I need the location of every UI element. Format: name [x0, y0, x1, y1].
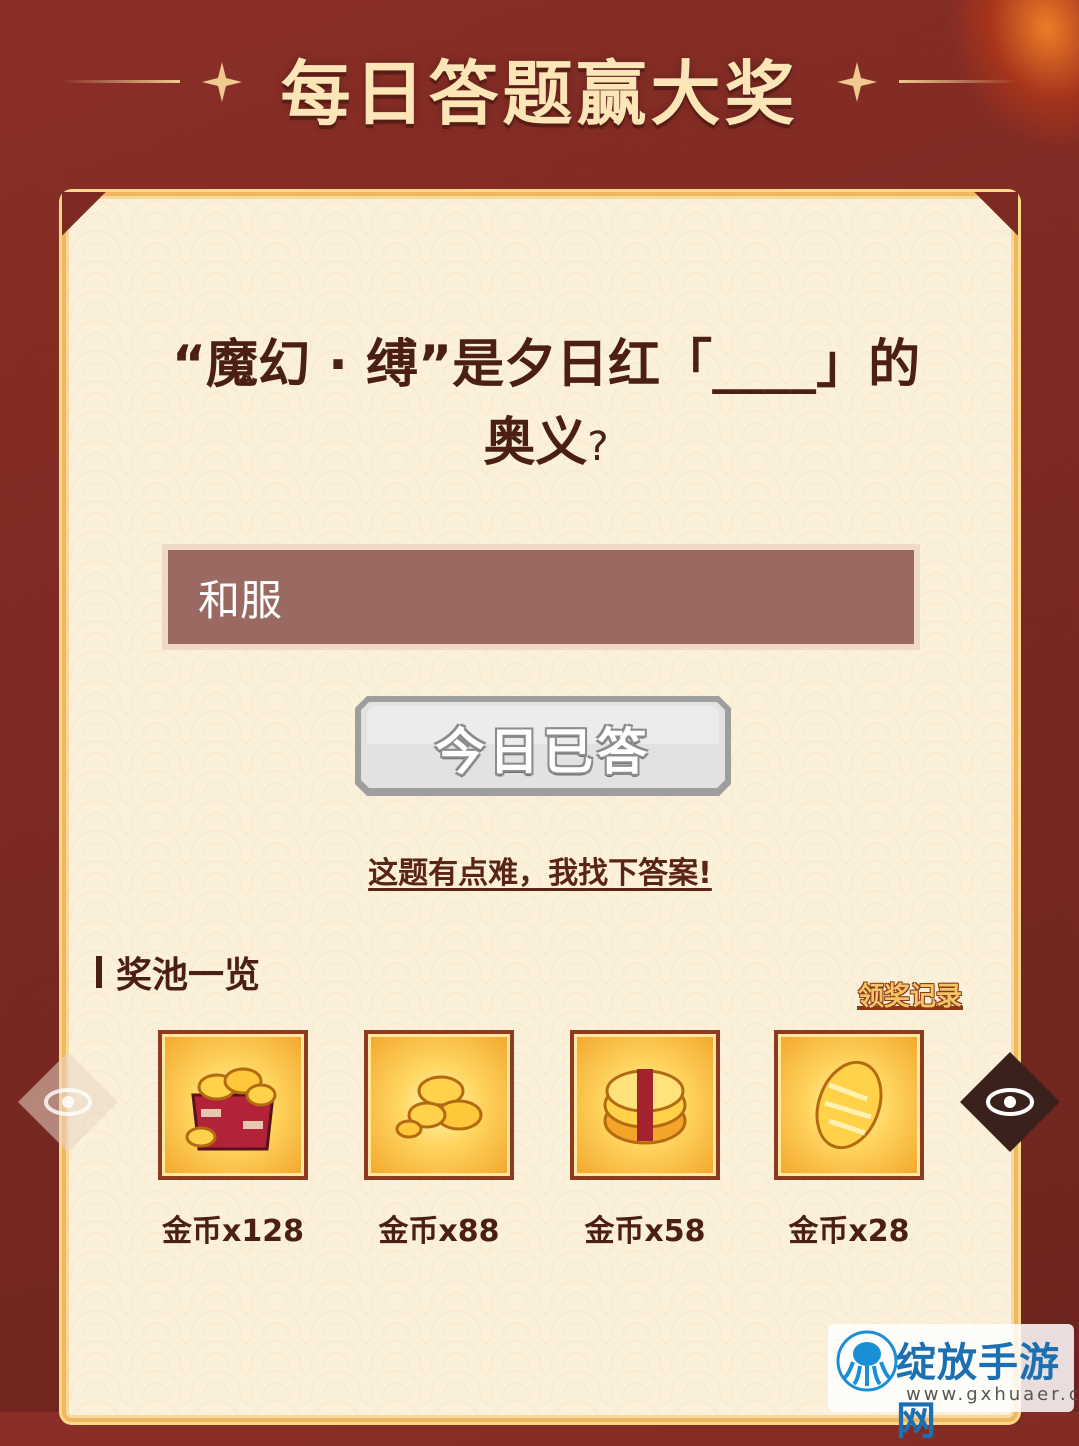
question-text: “魔幻 · 缚”是夕日红「____」的奥义?: [156, 326, 936, 486]
quiz-card: “魔幻 · 缚”是夕日红「____」的奥义? 和服 今日已答 这题有点难，我找下…: [62, 192, 1018, 1422]
reward-record-link[interactable]: 领奖记录: [858, 976, 962, 1013]
site-watermark: 绽放手游网 www.gxhuaer.com: [828, 1324, 1079, 1444]
prize-pool-heading: 奖池一览: [96, 946, 260, 998]
reward-item[interactable]: 金币x128: [158, 1030, 308, 1250]
prize-pool-title: 奖池一览: [116, 955, 261, 996]
reward-item[interactable]: 金币x88: [364, 1030, 514, 1250]
gold-coin-icon: [815, 1060, 883, 1150]
gold-coin-stack-icon: [603, 1069, 687, 1145]
swirl-right-icon: [960, 1052, 1060, 1152]
reward-frame: [364, 1030, 514, 1180]
header: 每日答题赢大奖: [0, 30, 1079, 135]
reward-label: 金币x128: [162, 1214, 304, 1249]
header-divider-right: [899, 80, 1019, 83]
heading-bar: [96, 956, 102, 988]
answer-value: 和服: [168, 550, 914, 644]
reward-item[interactable]: 金币x58: [570, 1030, 720, 1250]
page-title: 每日答题赢大奖: [280, 53, 799, 135]
gold-coin-pile-icon: [395, 1075, 483, 1139]
hint-link[interactable]: 这题有点难，我找下答案!: [66, 848, 1014, 892]
reward-frame: [774, 1030, 924, 1180]
answered-today-label: 今日已答: [435, 723, 651, 781]
sparkle-icon: [837, 62, 877, 102]
answer-field[interactable]: 和服: [162, 544, 920, 650]
watermark-url: www.gxhuaer.com: [906, 1384, 1079, 1405]
reward-label: 金币x88: [378, 1214, 500, 1249]
question-body: “魔幻 · 缚”是夕日红「____」的奥义: [171, 335, 921, 473]
reward-item[interactable]: 金币x28: [774, 1030, 924, 1250]
card-corner: [974, 192, 1018, 236]
reward-frame: [570, 1030, 720, 1180]
card-corner: [62, 192, 106, 236]
swirl-left-icon: [18, 1052, 118, 1152]
reward-frame: [158, 1030, 308, 1180]
reward-label: 金币x28: [788, 1214, 910, 1249]
next-reward-arrow[interactable]: [958, 1050, 1062, 1154]
octopus-logo-icon: [836, 1330, 898, 1392]
question-mark: ?: [587, 424, 609, 470]
prev-reward-arrow[interactable]: [16, 1050, 120, 1154]
reward-label: 金币x58: [584, 1214, 706, 1249]
answered-today-button[interactable]: 今日已答: [353, 694, 733, 798]
gold-coin-chest-icon: [185, 1067, 277, 1151]
